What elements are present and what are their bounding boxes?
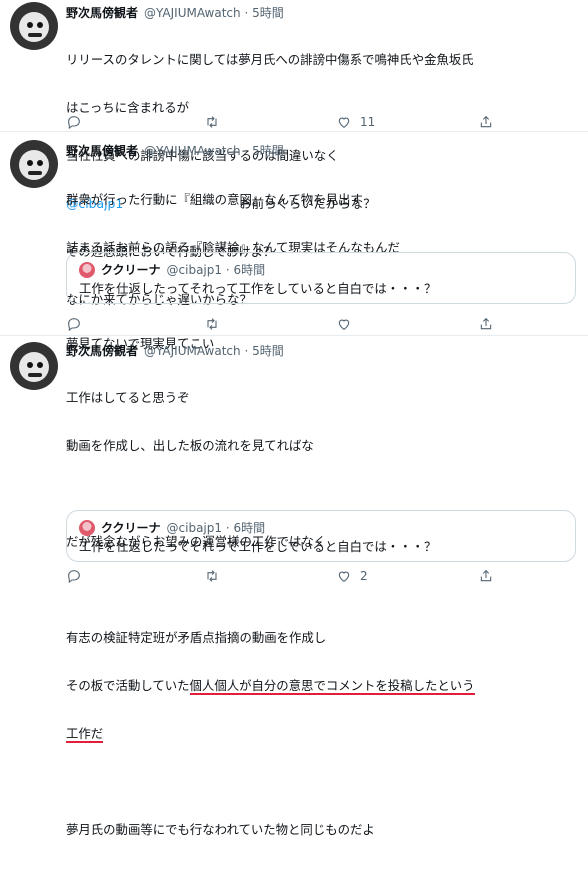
quote-avatar (79, 519, 95, 536)
avatar-eye-left (27, 22, 33, 28)
retweet-icon (207, 116, 217, 128)
display-name[interactable]: 野次馬傍観者 (66, 344, 138, 358)
quote-text: 工作を仕返したってそれって工作をしていると自白では・・・？ (79, 539, 437, 554)
avatar[interactable] (10, 140, 58, 188)
reply-icon (68, 116, 80, 130)
reply-button[interactable] (66, 114, 82, 130)
tweet-2[interactable]: 野次馬傍観者 @YAJIUMAwatch · 5時間 群衆が行った行動に『組織の意… (0, 132, 588, 351)
text-line: 動画を作成し、出した板の流れを見てればな (66, 438, 314, 453)
text-line: リリースのタレントに関しては夢月氏への誹謗中傷系で鳴神氏や金魚坂氏 (66, 52, 474, 67)
reply-button[interactable] (66, 568, 82, 584)
handle-time[interactable]: @YAJIUMAwatch · 5時間 (144, 6, 284, 20)
quote-handle-time: @cibajp1 · 6時間 (166, 263, 266, 277)
share-icon (480, 115, 492, 128)
tweet-actions: 11 (66, 114, 496, 130)
text-line: 群衆が行った行動に『組織の意図』なんて物を見出す (66, 192, 363, 207)
retweet-button[interactable] (204, 316, 220, 332)
avatar-eye-left (27, 362, 33, 368)
quote-handle-time: @cibajp1 · 6時間 (166, 521, 266, 535)
share-icon (480, 569, 492, 582)
display-name[interactable]: 野次馬傍観者 (66, 6, 138, 20)
tweet-header: 野次馬傍観者 @YAJIUMAwatch · 5時間 (66, 342, 284, 359)
share-button[interactable] (478, 568, 494, 584)
quote-text: 工作を仕返したってそれって工作をしていると自白では・・・？ (79, 281, 437, 296)
like-count: 11 (360, 115, 376, 129)
avatar-mask-icon (19, 150, 49, 180)
reply-icon (68, 570, 80, 584)
like-button[interactable]: 11 (336, 114, 375, 130)
share-icon (480, 317, 492, 330)
avatar-mask-icon (19, 12, 49, 42)
reply-icon (68, 318, 80, 332)
quoted-tweet[interactable]: ククリーナ @cibajp1 · 6時間 工作を仕返したってそれって工作をしてい… (66, 510, 576, 562)
retweet-icon (207, 318, 217, 330)
text-line: 工作はしてると思うぞ (66, 390, 190, 405)
quote-header: ククリーナ @cibajp1 · 6時間 (79, 519, 265, 536)
text-line: その板で活動していた (66, 678, 190, 693)
tweet-text: 工作はしてると思うぞ 動画を作成し、出した板の流れを見てればな だが残念ながらお… (66, 358, 475, 870)
avatar-eye-right (37, 22, 43, 28)
text-line: 夢月氏の動画等にでも行なわれていた物と同じものだよ (66, 822, 375, 837)
like-count: 2 (360, 569, 368, 583)
share-button[interactable] (478, 114, 494, 130)
tweet-header: 野次馬傍観者 @YAJIUMAwatch · 5時間 (66, 142, 284, 159)
quote-display-name: ククリーナ (101, 521, 161, 535)
quote-avatar (79, 261, 95, 278)
retweet-button[interactable] (204, 568, 220, 584)
share-button[interactable] (478, 316, 494, 332)
like-button[interactable] (336, 316, 352, 332)
tweet-3[interactable]: 野次馬傍観者 @YAJIUMAwatch · 5時間 工作はしてると思うぞ 動画を… (0, 336, 588, 837)
avatar-mask-icon (19, 352, 49, 382)
quote-display-name: ククリーナ (101, 263, 161, 277)
tweet-header: 野次馬傍観者 @YAJIUMAwatch · 5時間 (66, 4, 284, 21)
text-line: 有志の検証特定班が矛盾点指摘の動画を作成し (66, 630, 327, 645)
heart-icon (338, 571, 350, 582)
retweet-button[interactable] (204, 114, 220, 130)
highlighted-text: 工作だ (66, 726, 104, 743)
avatar-eye-right (37, 160, 43, 166)
avatar-mouth (28, 33, 42, 37)
heart-icon (338, 117, 350, 128)
tweet-actions: 2 (66, 568, 496, 584)
tweet-1[interactable]: 野次馬傍観者 @YAJIUMAwatch · 5時間 リリースのタレントに関しては… (0, 0, 588, 307)
display-name[interactable]: 野次馬傍観者 (66, 144, 138, 158)
reply-button[interactable] (66, 316, 82, 332)
handle-time[interactable]: @YAJIUMAwatch · 5時間 (144, 144, 284, 158)
highlighted-text: 個人個人が自分の意思でコメントを投稿したという (189, 678, 475, 695)
heart-icon (338, 319, 350, 330)
avatar[interactable] (10, 342, 58, 390)
avatar-eye-left (27, 160, 33, 166)
avatar-mouth (28, 171, 42, 175)
retweet-icon (207, 570, 217, 582)
like-button[interactable]: 2 (336, 568, 368, 584)
avatar-mouth (28, 373, 42, 377)
quoted-tweet[interactable]: ククリーナ @cibajp1 · 6時間 工作を仕返したってそれって工作をしてい… (66, 252, 576, 304)
quote-header: ククリーナ @cibajp1 · 6時間 (79, 261, 265, 278)
tweet-actions (66, 316, 496, 332)
handle-time[interactable]: @YAJIUMAwatch · 5時間 (144, 344, 284, 358)
avatar[interactable] (10, 2, 58, 50)
avatar-eye-right (37, 362, 43, 368)
